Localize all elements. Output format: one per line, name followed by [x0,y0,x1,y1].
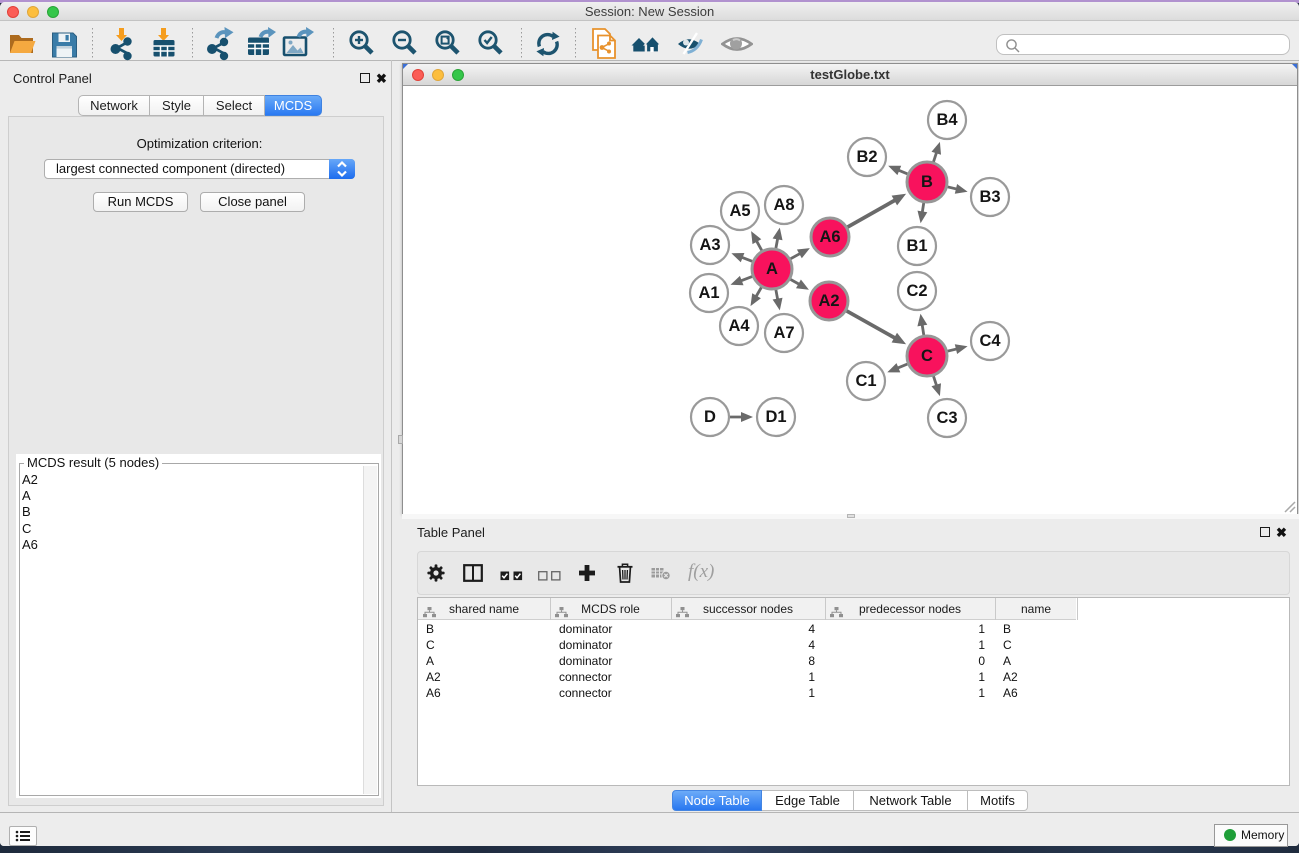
svg-text:A3: A3 [699,236,720,254]
svg-text:D1: D1 [765,408,786,426]
svg-text:C2: C2 [906,282,927,300]
svg-text:B3: B3 [979,188,1000,206]
svg-text:B2: B2 [856,148,877,166]
svg-text:C4: C4 [979,332,1001,350]
svg-text:A8: A8 [773,196,794,214]
svg-text:A: A [766,260,778,278]
svg-text:C3: C3 [936,409,957,427]
svg-text:B4: B4 [936,111,958,129]
svg-text:A5: A5 [729,202,750,220]
svg-text:A1: A1 [698,284,719,302]
svg-text:B: B [921,173,933,191]
svg-text:A4: A4 [728,317,750,335]
svg-text:C1: C1 [855,372,876,390]
svg-text:C: C [921,347,933,365]
svg-text:B1: B1 [906,237,927,255]
svg-text:A6: A6 [819,228,840,246]
svg-text:D: D [704,408,716,426]
svg-text:A7: A7 [773,324,794,342]
svg-text:A2: A2 [818,292,839,310]
